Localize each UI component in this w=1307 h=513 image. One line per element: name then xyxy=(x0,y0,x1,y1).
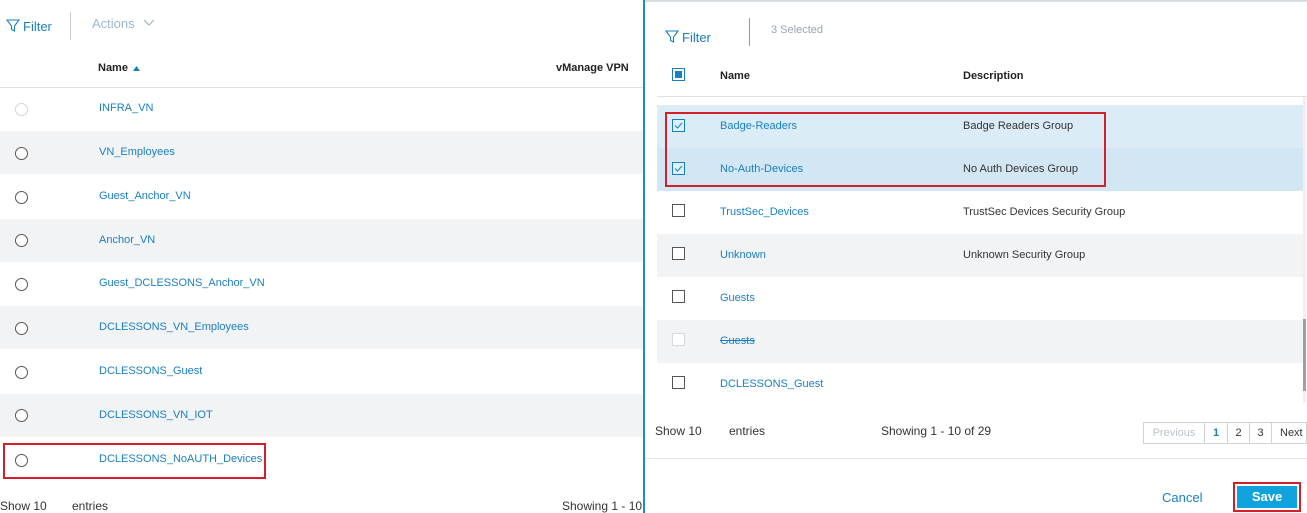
row-name: Guests xyxy=(720,335,755,347)
actions-dropdown[interactable]: Actions xyxy=(92,13,155,33)
left-table-header: Name vManage VPN xyxy=(0,50,643,88)
checkbox-icon[interactable] xyxy=(672,376,685,389)
previous-page-button[interactable]: Previous xyxy=(1143,422,1205,444)
highlight-box xyxy=(665,112,1106,187)
scrollbar-thumb[interactable] xyxy=(1303,319,1306,391)
checkbox-icon[interactable] xyxy=(672,247,685,260)
name-column-label: Name xyxy=(98,62,128,74)
vpn-column-header[interactable]: vManage VPN xyxy=(556,62,629,74)
left-entries-label: entries xyxy=(72,499,109,513)
select-modal: Filter 3 Selected Name Description Badge… xyxy=(643,0,1307,513)
list-item[interactable]: TrustSec_Devices TrustSec Devices Securi… xyxy=(657,191,1303,234)
left-filter-button[interactable]: Filter xyxy=(6,16,52,36)
filter-icon xyxy=(6,19,20,32)
next-page-button[interactable]: Next xyxy=(1271,422,1307,444)
radio-icon[interactable] xyxy=(15,322,28,335)
radio-icon[interactable] xyxy=(15,191,28,204)
list-item[interactable]: Guests xyxy=(657,277,1303,320)
left-panel: Filter Actions Name vManage VPN INFRA_VN… xyxy=(0,0,644,513)
row-name[interactable]: DCLESSONS_VN_IOT xyxy=(99,409,213,421)
right-filter-button[interactable]: Filter xyxy=(665,28,711,46)
footer-divider xyxy=(645,458,1307,459)
checkbox-icon xyxy=(672,333,685,346)
radio-icon[interactable] xyxy=(15,366,28,379)
list-item: Guests xyxy=(657,320,1303,363)
page-3-button[interactable]: 3 xyxy=(1249,422,1272,444)
left-showing-label: Showing 1 - 10 xyxy=(562,499,643,513)
toolbar-divider xyxy=(749,18,750,46)
save-button[interactable]: Save xyxy=(1233,482,1301,512)
table-row[interactable]: DCLESSONS_VN_Employees xyxy=(0,306,643,349)
table-row[interactable]: DCLESSONS_Guest xyxy=(0,350,643,393)
checkbox-icon[interactable] xyxy=(672,204,685,217)
modal-top-border xyxy=(645,0,1307,2)
row-name[interactable]: DCLESSONS_Guest xyxy=(99,365,202,377)
radio-icon[interactable] xyxy=(15,278,28,291)
row-description: Unknown Security Group xyxy=(963,249,1086,261)
table-row[interactable]: INFRA_VN xyxy=(0,88,643,131)
row-name[interactable]: Unknown xyxy=(720,249,766,261)
row-name[interactable]: INFRA_VN xyxy=(99,102,153,114)
row-name[interactable]: Guest_DCLESSONS_Anchor_VN xyxy=(99,277,265,289)
right-entries-label: entries xyxy=(729,424,766,438)
row-name[interactable]: Guest_Anchor_VN xyxy=(99,190,191,202)
description-column-header[interactable]: Description xyxy=(963,70,1024,82)
radio-icon[interactable] xyxy=(15,103,28,116)
actions-label: Actions xyxy=(92,15,135,31)
highlight-box xyxy=(3,443,266,479)
row-name[interactable]: Anchor_VN xyxy=(99,234,155,246)
left-filter-label: Filter xyxy=(23,18,52,34)
sort-asc-icon xyxy=(132,65,140,71)
right-table-header: Name Description xyxy=(657,58,1307,97)
radio-icon[interactable] xyxy=(15,234,28,247)
cancel-button[interactable]: Cancel xyxy=(1162,490,1202,505)
toolbar-divider xyxy=(70,12,71,40)
row-name[interactable]: DCLESSONS_Guest xyxy=(720,378,823,390)
selected-count: 3 Selected xyxy=(771,24,823,36)
right-show-label: Show 10 xyxy=(655,424,702,438)
row-name[interactable]: Guests xyxy=(720,292,755,304)
right-filter-label: Filter xyxy=(682,29,711,45)
row-name[interactable]: TrustSec_Devices xyxy=(720,206,809,218)
checkbox-icon[interactable] xyxy=(672,290,685,303)
name-column-header[interactable]: Name xyxy=(98,62,140,74)
table-row[interactable]: VN_Employees xyxy=(0,131,643,174)
row-name[interactable]: DCLESSONS_VN_Employees xyxy=(99,321,249,333)
select-all-checkbox[interactable] xyxy=(672,68,685,81)
filter-icon xyxy=(665,30,679,43)
right-showing-label: Showing 1 - 10 of 29 xyxy=(881,424,992,438)
save-button-label: Save xyxy=(1237,486,1297,508)
page-1-button[interactable]: 1 xyxy=(1204,422,1228,444)
radio-icon[interactable] xyxy=(15,409,28,422)
radio-icon[interactable] xyxy=(15,147,28,160)
list-scrollbar[interactable] xyxy=(1303,97,1306,403)
name-column-header[interactable]: Name xyxy=(720,70,750,82)
table-row[interactable]: DCLESSONS_VN_IOT xyxy=(0,394,643,437)
table-row[interactable]: Anchor_VN xyxy=(0,219,643,262)
row-description: TrustSec Devices Security Group xyxy=(963,206,1126,218)
list-item[interactable]: DCLESSONS_Guest xyxy=(657,363,1303,406)
table-row[interactable]: Guest_DCLESSONS_Anchor_VN xyxy=(0,262,643,305)
row-name[interactable]: VN_Employees xyxy=(99,146,175,158)
left-show-label: Show 10 xyxy=(0,499,47,513)
chevron-down-icon xyxy=(143,19,155,26)
table-row[interactable]: Guest_Anchor_VN xyxy=(0,175,643,218)
page-2-button[interactable]: 2 xyxy=(1227,422,1250,444)
list-item[interactable]: Unknown Unknown Security Group xyxy=(657,234,1303,277)
